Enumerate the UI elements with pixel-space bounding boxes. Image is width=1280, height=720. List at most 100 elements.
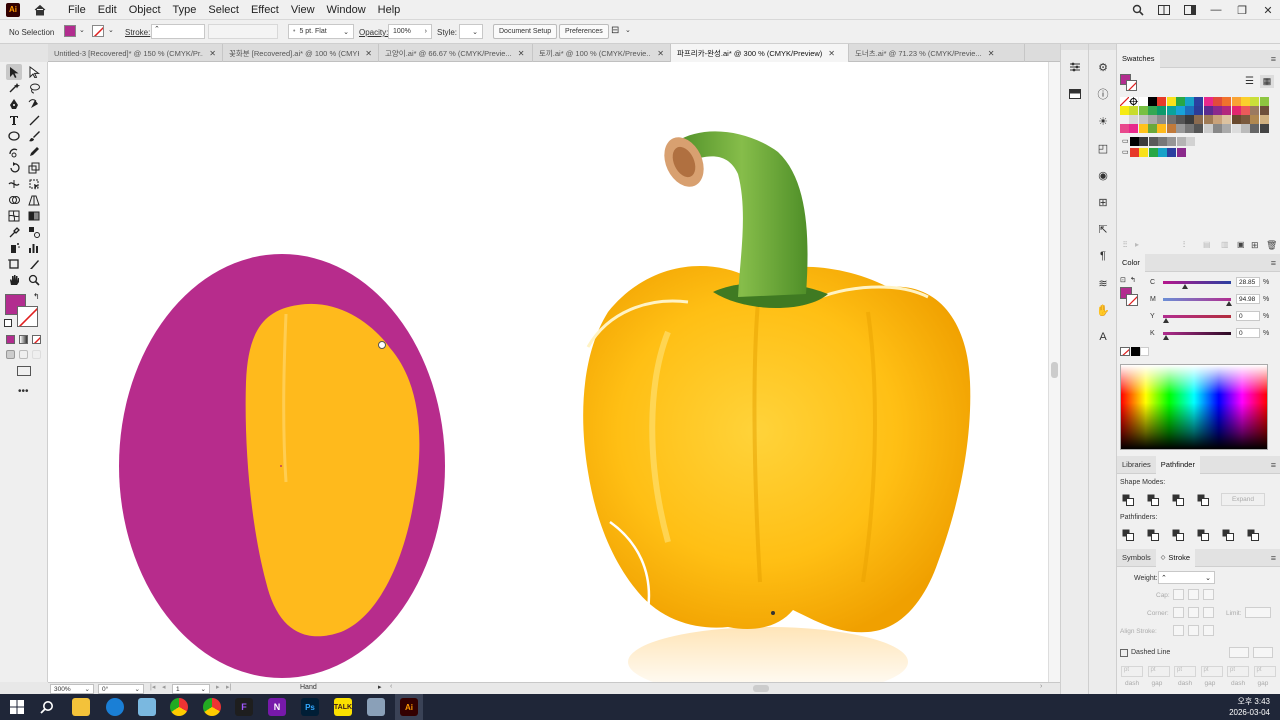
color-swatch[interactable] (1259, 115, 1269, 124)
figma-icon[interactable]: F (235, 698, 253, 716)
menu-object[interactable]: Object (123, 0, 167, 20)
tab-libraries[interactable]: Libraries (1117, 456, 1156, 474)
color-swatch[interactable] (1166, 124, 1176, 133)
color-swatch[interactable] (1167, 148, 1177, 157)
color-swatch[interactable] (1166, 97, 1176, 106)
paragraph-icon[interactable]: ¶ (1096, 249, 1110, 263)
dash-value-input[interactable]: pt (1227, 666, 1249, 677)
search-icon[interactable] (1132, 4, 1144, 16)
color-swatch[interactable] (1240, 106, 1250, 115)
variable-width-dropdown[interactable] (208, 24, 278, 39)
stroke-swatch[interactable] (92, 25, 104, 37)
menu-help[interactable]: Help (372, 0, 407, 20)
illustrator-icon[interactable]: Ai (400, 698, 418, 716)
color-swatch[interactable] (1222, 124, 1232, 133)
close-tab-icon[interactable]: ✕ (657, 49, 664, 58)
close-tab-icon[interactable]: ✕ (365, 49, 372, 58)
color-swatch[interactable] (1120, 115, 1129, 124)
color-swatch[interactable] (1250, 124, 1260, 133)
swatch-kind-icon[interactable]: ⫶ (1183, 240, 1185, 250)
scroll-right-icon[interactable]: › (1040, 683, 1042, 690)
mesh-tool-icon[interactable] (7, 209, 21, 223)
color-swatch[interactable] (1120, 106, 1129, 115)
channel-slider[interactable] (1163, 315, 1231, 318)
color-swatch[interactable] (1185, 97, 1195, 106)
first-artboard-icon[interactable]: |◂ (150, 683, 155, 691)
color-swatch[interactable] (1203, 97, 1213, 106)
color-swatch[interactable] (1138, 97, 1148, 106)
windows-start-icon[interactable] (8, 698, 26, 716)
shaper-tool-icon[interactable] (7, 145, 21, 159)
close-icon[interactable]: ✕ (1262, 4, 1274, 17)
ellipse-tool-icon[interactable] (7, 129, 21, 143)
app-icon[interactable] (138, 698, 156, 716)
slider-thumb[interactable] (1163, 318, 1169, 323)
minus-front-icon[interactable] (1147, 494, 1159, 506)
panel-menu-icon[interactable]: ≡ (1271, 54, 1276, 64)
default-colors-icon[interactable]: ⊡ (1120, 276, 1126, 284)
folder-icon[interactable]: ▭ (1122, 148, 1129, 156)
character-icon[interactable]: A (1096, 330, 1110, 344)
photoshop-icon[interactable]: Ps (301, 698, 319, 716)
round-join-button[interactable] (1188, 607, 1199, 618)
color-swatch[interactable] (1129, 106, 1139, 115)
pen-tool-icon[interactable] (7, 97, 21, 111)
tab-symbols[interactable]: Symbols (1117, 549, 1156, 567)
document-tab[interactable]: 도너츠.ai* @ 71.23 % (CMYK/Previe... ✕ (849, 44, 1025, 62)
color-stroke-box[interactable] (1126, 294, 1138, 306)
appearance-icon[interactable]: ◉ (1096, 168, 1110, 182)
miter-join-button[interactable] (1173, 607, 1184, 618)
minimize-icon[interactable]: — (1210, 4, 1222, 16)
color-swatch[interactable] (1185, 106, 1195, 115)
color-swatch[interactable] (1139, 148, 1149, 157)
stroke-label[interactable]: Stroke: (125, 28, 150, 37)
clock[interactable]: 오후 3:43 2026-03-04 (1229, 696, 1270, 718)
channel-slider[interactable] (1163, 281, 1231, 284)
round-cap-button[interactable] (1188, 589, 1199, 600)
arrange-documents-icon[interactable] (1158, 4, 1170, 16)
close-tab-icon[interactable]: ✕ (988, 49, 995, 58)
color-swatch[interactable] (1259, 124, 1269, 133)
slider-thumb[interactable] (1163, 335, 1169, 340)
menu-edit[interactable]: Edit (92, 0, 123, 20)
swap-fill-stroke-icon[interactable]: ↰ (33, 292, 40, 301)
tab-stroke[interactable]: ◇ Stroke (1155, 548, 1196, 567)
workspace-switcher-icon[interactable] (1184, 4, 1196, 16)
folder-icon[interactable]: ▭ (1122, 137, 1129, 145)
color-swatch[interactable] (1231, 106, 1241, 115)
opacity-input[interactable]: 100% › (388, 24, 432, 39)
color-swatch[interactable] (1139, 137, 1149, 146)
color-swatch[interactable] (1148, 137, 1158, 146)
black-color-icon[interactable] (1131, 347, 1140, 356)
align-outside-button[interactable] (1203, 625, 1214, 636)
opacity-label[interactable]: Opacity: (359, 28, 388, 37)
selection-tool-icon[interactable] (6, 64, 22, 80)
none-mode-icon[interactable] (32, 335, 41, 344)
swatch-options-icon[interactable]: ▤ (1203, 240, 1211, 249)
transparency-icon[interactable]: ◰ (1096, 141, 1110, 155)
artboard-number-dropdown[interactable]: 1 ⌄ (172, 684, 210, 694)
color-swatch[interactable] (1185, 124, 1195, 133)
shape-builder-tool-icon[interactable] (7, 193, 21, 207)
scroll-left-icon[interactable]: ‹ (390, 683, 392, 690)
next-artboard-icon[interactable]: ▸ (216, 683, 220, 691)
color-swatch[interactable] (1147, 97, 1157, 106)
swatches-stroke-box[interactable] (1126, 80, 1137, 91)
exclude-icon[interactable] (1197, 494, 1209, 506)
gradient-tool-icon[interactable] (27, 209, 41, 223)
pencil-tool-icon[interactable] (27, 145, 41, 159)
arrange-icon[interactable]: ⊟ (611, 25, 619, 36)
list-view-icon[interactable]: ☰ (1245, 76, 1254, 87)
panel-menu-icon[interactable]: ≡ (1271, 460, 1276, 470)
channel-slider[interactable] (1163, 332, 1231, 335)
perspective-tool-icon[interactable] (27, 193, 41, 207)
document-tab[interactable]: 꽃화분 [Recovered].ai* @ 100 % (CMYK/Pre...… (223, 44, 379, 62)
color-swatch[interactable] (1175, 106, 1185, 115)
dash-value-input[interactable]: pt (1147, 666, 1170, 677)
draw-behind-icon[interactable] (19, 350, 28, 359)
color-group-icon[interactable]: ▥ (1221, 240, 1229, 249)
width-tool-icon[interactable] (7, 177, 21, 191)
panel-menu-icon[interactable]: ≡ (1271, 553, 1276, 563)
zoom-tool-icon[interactable] (27, 273, 41, 287)
color-swatch[interactable] (1129, 115, 1139, 124)
